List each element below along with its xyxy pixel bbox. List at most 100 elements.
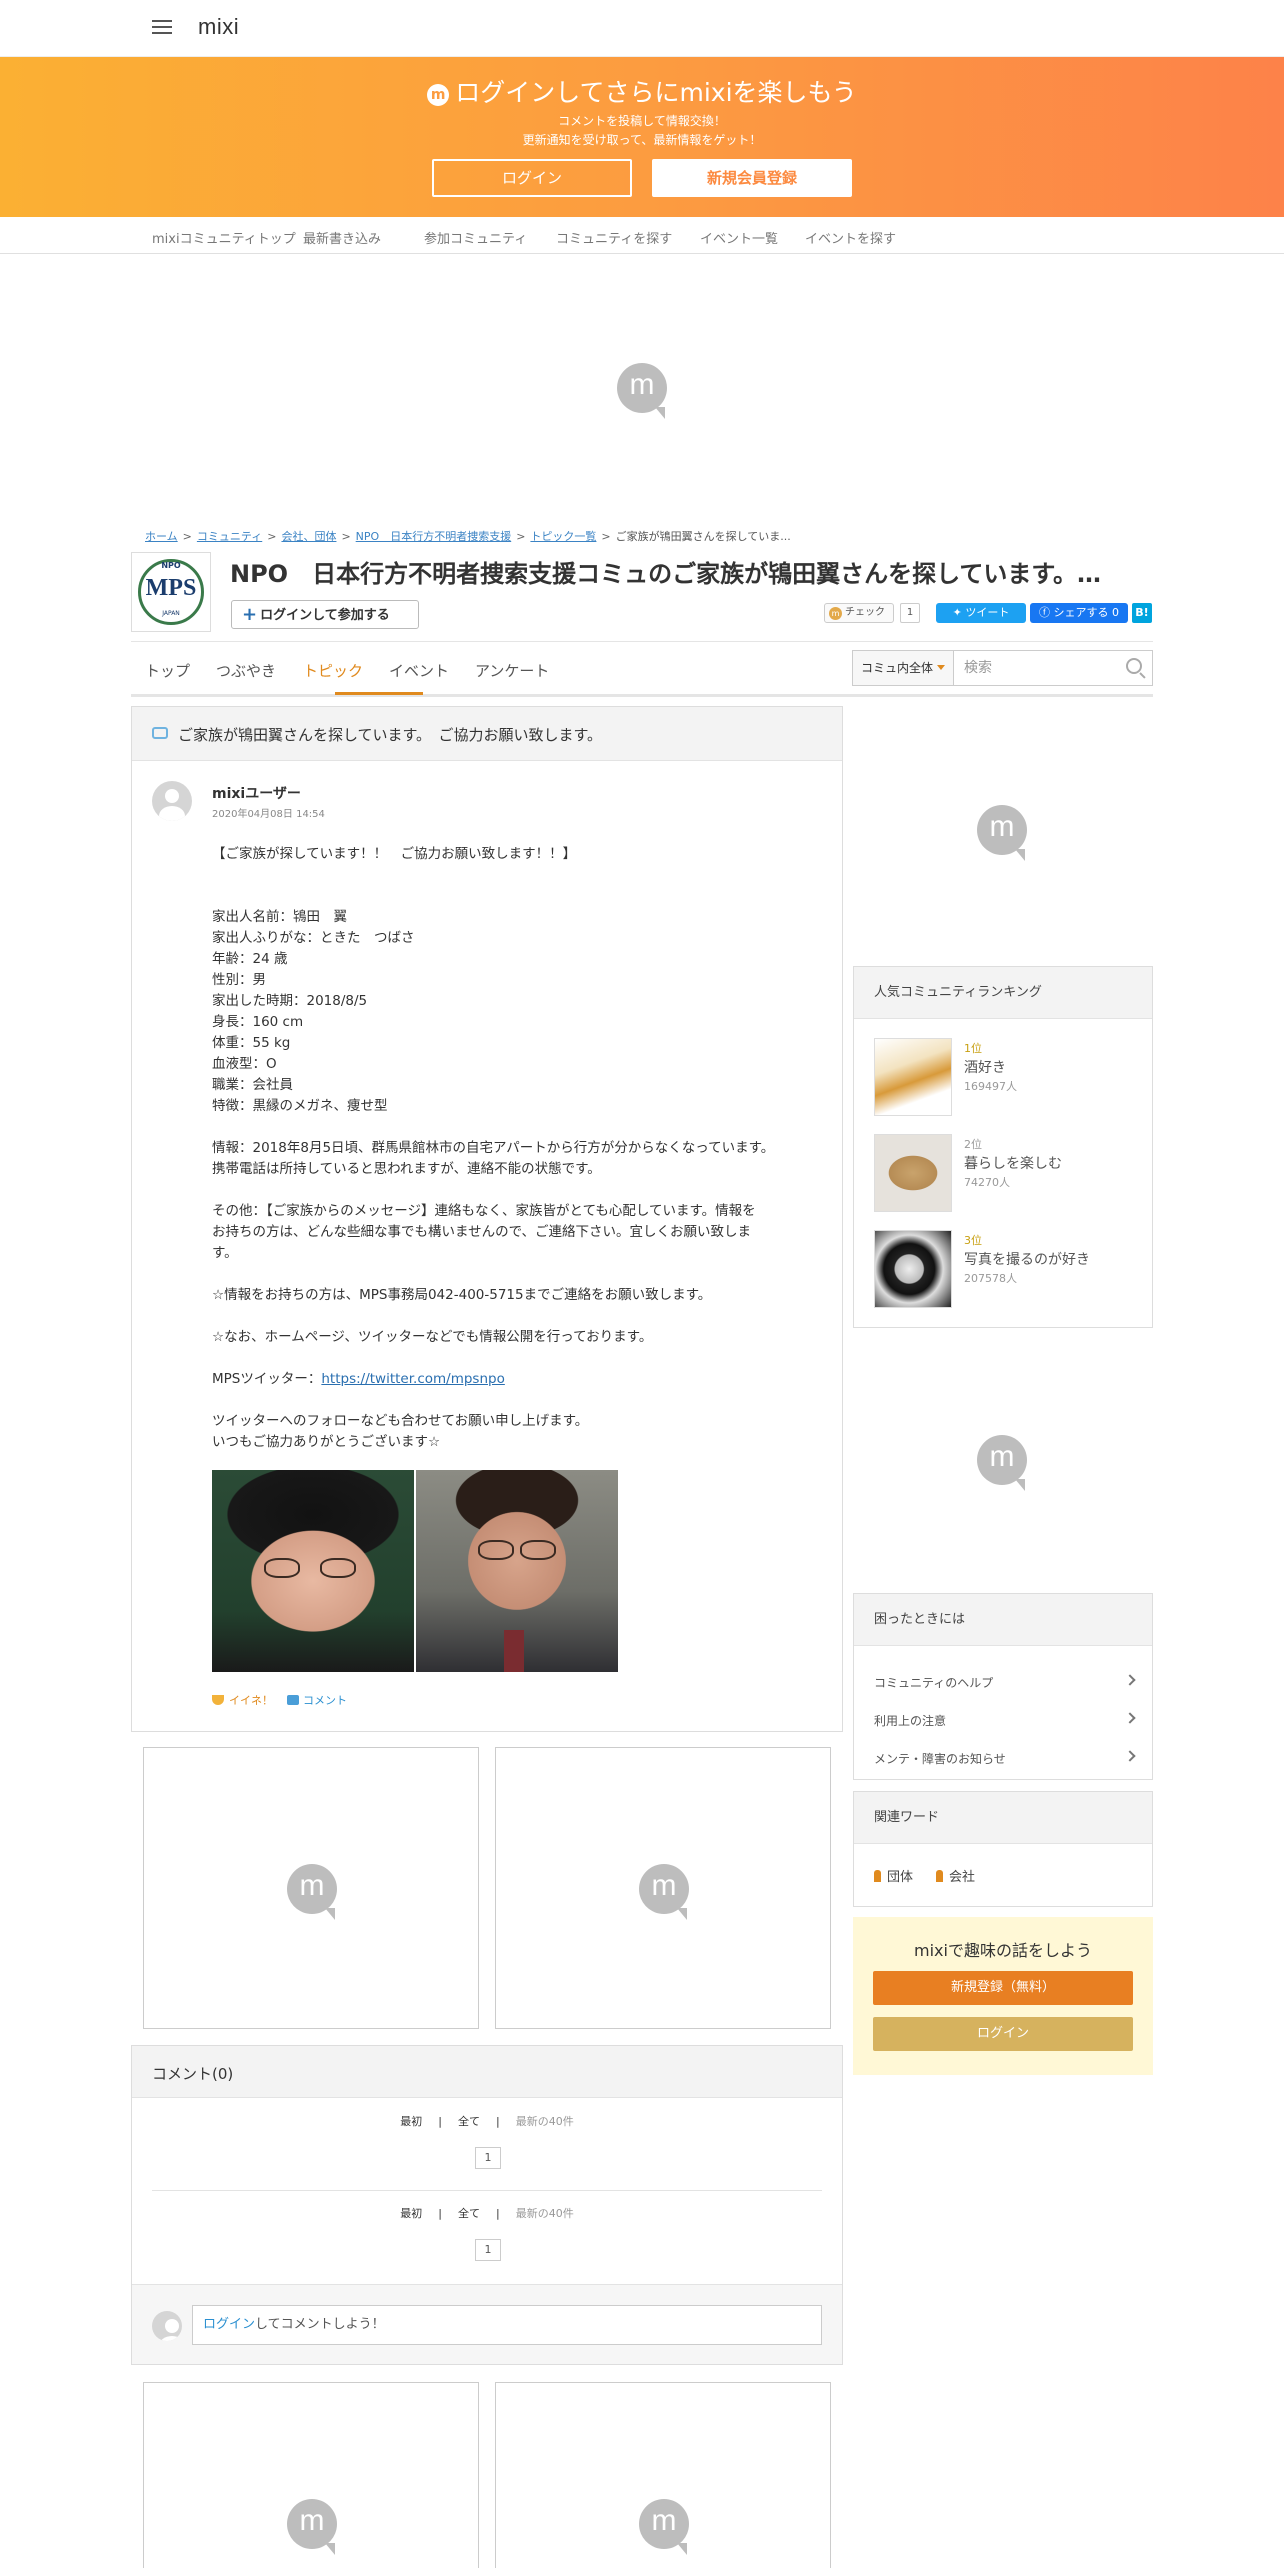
help-item-maintenance[interactable]: メンテ・障害のお知らせ — [874, 1750, 1136, 1767]
pin-icon — [874, 1870, 881, 1882]
ranking-panel: 人気コミュニティランキング 1位 酒好き 169497人 2位 暮らしを楽しむ … — [853, 966, 1153, 1328]
topic-photo-2[interactable] — [416, 1470, 618, 1672]
breadcrumb-home[interactable]: ホーム — [145, 530, 178, 543]
breadcrumb-category[interactable]: 会社、団体 — [281, 530, 336, 543]
breadcrumb: ホーム > コミュニティ > 会社、団体 > NPO 日本行方不明者捜索支援 > トピック一覧 >… — [145, 530, 791, 543]
topic-body-line: MPSツイッター：https://twitter.com/mpsnpo — [212, 1371, 505, 1387]
promo-login-button[interactable]: ログイン — [873, 2017, 1133, 2051]
join-button[interactable]: + ログインして参加する — [231, 600, 419, 629]
ad-box[interactable]: m — [495, 2382, 831, 2568]
ad-box[interactable]: m — [143, 2382, 479, 2568]
menu-icon[interactable] — [152, 20, 172, 35]
hatena-bookmark-button[interactable]: B! — [1132, 603, 1152, 623]
pager-first[interactable]: 最初 — [400, 2115, 422, 2128]
speech-bubble-icon — [152, 727, 168, 739]
ad-box[interactable]: m — [143, 1747, 479, 2029]
author-name[interactable]: mixiユーザー — [212, 783, 301, 803]
author-avatar[interactable] — [152, 781, 192, 821]
promo-title: mixiで趣味の話をしよう — [914, 1941, 1092, 1960]
related-word[interactable]: 団体 — [874, 1866, 913, 1885]
page-title: NPO 日本行方不明者捜索支援コミュのご家族が鴇田翼さんを探しています。… — [230, 560, 1101, 588]
check-count: 1 — [900, 603, 920, 623]
ad-placeholder-logo: m — [639, 1864, 689, 1920]
ranking-item[interactable]: 2位 暮らしを楽しむ 74270人 — [874, 1134, 1134, 1212]
ad-placeholder-logo: m — [977, 1435, 1027, 1491]
ranking-item[interactable]: 1位 酒好き 169497人 — [874, 1038, 1134, 1116]
comments-title: コメント(0) — [152, 2065, 234, 2083]
tweet-button[interactable]: ✦ ツイート — [936, 603, 1026, 623]
promo-register-button[interactable]: 新規登録（無料） — [873, 1971, 1133, 2005]
comment-login-link[interactable]: ログイン — [203, 2317, 255, 2332]
help-item-community-help[interactable]: コミュニティのヘルプ — [874, 1674, 1136, 1691]
ad-placeholder-logo: m — [287, 1864, 337, 1920]
topic-body-line: その他：【ご家族からのメッセージ】連絡もなく、家族皆がとても心配しています。情報… — [212, 1203, 756, 1219]
breadcrumb-community[interactable]: コミュニティ — [197, 530, 262, 543]
tab-survey[interactable]: アンケート — [475, 660, 549, 681]
search-input[interactable]: 検索 — [953, 650, 1153, 686]
breadcrumb-current: ご家族が鴇田翼さんを探していま... — [615, 530, 791, 543]
search-scope-select[interactable]: コミュ内全体 — [852, 650, 954, 686]
user-avatar — [152, 2311, 182, 2341]
breadcrumb-topic-list[interactable]: トピック一覧 — [530, 530, 596, 543]
breadcrumb-community-name[interactable]: NPO 日本行方不明者捜索支援 — [356, 530, 512, 543]
topic-body-line: お持ちの方は、どんな些細な事でも構いませんので、ご連絡下さい。宜しくお願い致しま — [212, 1224, 752, 1240]
subnav-community-top[interactable]: mixiコミュニティトップ — [152, 228, 296, 247]
pager-all[interactable]: 全て — [458, 2207, 480, 2220]
topic-body-line: 職業：会社員 — [212, 1077, 293, 1093]
banner-register-button[interactable]: 新規会員登録 — [652, 159, 852, 197]
tab-event[interactable]: イベント — [389, 660, 449, 681]
related-words-panel: 関連ワード 団体 会社 — [853, 1791, 1153, 1907]
comment-icon — [287, 1695, 299, 1705]
post-date: 2020年04月08日 14:54 — [212, 809, 325, 820]
page-number[interactable]: 1 — [475, 2147, 501, 2169]
comment-pager: 最初 | 全て | 最新の40件 — [400, 2207, 574, 2220]
ad-placeholder-logo: m — [287, 2499, 337, 2555]
ranking-item[interactable]: 3位 写真を撮るのが好き 207578人 — [874, 1230, 1134, 1308]
subnav-find-event[interactable]: イベントを探す — [805, 228, 896, 247]
ranking-thumb — [874, 1038, 952, 1116]
subnav-latest-posts[interactable]: 最新書き込み — [303, 228, 381, 247]
mixi-logo[interactable]: mixi — [198, 14, 239, 40]
twitter-bird-icon: ✦ — [952, 606, 966, 619]
subnav-event-list[interactable]: イベント一覧 — [700, 228, 778, 247]
caret-down-icon — [937, 665, 946, 670]
community-logo[interactable]: NPO MPS JAPAN — [131, 552, 211, 632]
topic-panel: ご家族が鴇田翼さんを探しています。 ご協力お願い致します。 mixiユーザー 2… — [131, 706, 843, 1732]
twitter-link[interactable]: https://twitter.com/mpsnpo — [321, 1371, 505, 1387]
tab-top[interactable]: トップ — [145, 660, 190, 681]
comments-header: コメント(0) — [132, 2046, 842, 2098]
banner-login-button[interactable]: ログイン — [432, 159, 632, 197]
banner-title: m ログインしてさらにmixiを楽しもう — [0, 73, 1284, 109]
help-item-terms[interactable]: 利用上の注意 — [874, 1712, 1136, 1729]
subnav-joined-communities[interactable]: 参加コミュニティ — [424, 228, 527, 247]
facebook-share-button[interactable]: ⓕ シェアする 0 — [1030, 603, 1128, 623]
tab-tsubuyaki[interactable]: つぶやき — [216, 660, 276, 681]
topic-body-line: 性別：男 — [212, 972, 266, 988]
topic-body-line: 情報：2018年8月5日頃、群馬県館林市の自宅アパートから行方が分からなくなって… — [212, 1140, 775, 1156]
topic-photo-1[interactable] — [212, 1470, 414, 1672]
pager-first[interactable]: 最初 — [400, 2207, 422, 2220]
ad-box[interactable]: m — [495, 1747, 831, 2029]
subnav-find-community[interactable]: コミュニティを探す — [556, 228, 672, 247]
check-button[interactable]: m チェック — [824, 603, 894, 623]
topic-body-line: 携帯電話は所持していると思われますが、連絡不能の状態です。 — [212, 1161, 601, 1177]
mixi-check-icon: m — [829, 607, 842, 620]
comment-button[interactable]: コメント — [303, 1694, 347, 1707]
topic-body-line: 身長：160 cm — [212, 1014, 304, 1030]
like-button[interactable]: イイネ！ — [229, 1694, 273, 1707]
topic-body-line: ツイッターへのフォローなども合わせてお願い申し上げます。 — [212, 1413, 589, 1429]
pager-all[interactable]: 全て — [458, 2115, 480, 2128]
comment-input[interactable]: ログインしてコメントしよう！ — [192, 2305, 822, 2345]
tab-topic[interactable]: トピック — [303, 660, 363, 681]
related-word[interactable]: 会社 — [936, 1866, 975, 1885]
topic-body-line: 家出人名前：鴇田 翼 — [212, 909, 347, 925]
topic-header: ご家族が鴇田翼さんを探しています。 ご協力お願い致します。 — [132, 707, 842, 761]
topic-body-line: 【ご家族が探しています！！ ご協力お願い致します！！】 — [212, 846, 577, 862]
topic-body-line: ☆なお、ホームページ、ツイッターなどでも情報公開を行っております。 — [212, 1329, 653, 1345]
ranking-thumb — [874, 1134, 952, 1212]
topic-body-line: 体重：55 kg — [212, 1035, 291, 1051]
ad-placeholder-logo: m — [617, 363, 667, 419]
page-number[interactable]: 1 — [475, 2239, 501, 2261]
related-words-title: 関連ワード — [854, 1792, 1152, 1844]
search-icon[interactable] — [1126, 658, 1142, 674]
